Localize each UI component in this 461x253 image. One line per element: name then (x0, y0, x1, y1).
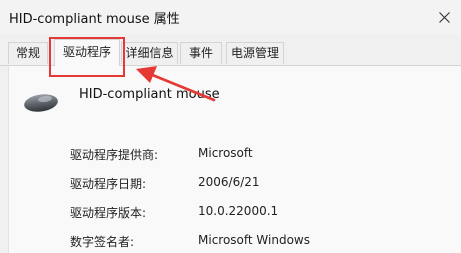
property-label: 数字签名者: (70, 235, 135, 249)
tab-general[interactable]: 常规 (8, 42, 48, 64)
property-label: 驱动程序提供商: (70, 148, 159, 162)
annotation-highlight-box (49, 37, 125, 77)
property-row: 驱动程序版本: 10.0.22000.1 (70, 204, 278, 221)
close-button[interactable] (427, 0, 461, 34)
tab-details[interactable]: 详细信息 (121, 42, 178, 64)
title-bar: HID-compliant mouse 属性 (0, 0, 461, 34)
property-value: 2006/6/21 (198, 175, 260, 189)
property-value: 10.0.22000.1 (198, 204, 279, 218)
annotation-arrow-icon (136, 66, 216, 102)
property-value: Microsoft Windows (198, 233, 310, 247)
property-row: 数字签名者: Microsoft Windows (70, 233, 310, 250)
property-row: 驱动程序日期: 2006/6/21 (70, 175, 260, 192)
property-row: 驱动程序提供商: Microsoft (70, 146, 253, 163)
mouse-icon (24, 94, 58, 112)
window-title: HID-compliant mouse 属性 (9, 12, 180, 27)
property-label: 驱动程序版本: (70, 206, 147, 220)
property-label: 驱动程序日期: (70, 177, 147, 191)
tab-events[interactable]: 事件 (180, 42, 222, 64)
property-value: Microsoft (198, 146, 253, 160)
tab-power-management[interactable]: 电源管理 (226, 42, 284, 64)
close-icon (438, 11, 450, 23)
